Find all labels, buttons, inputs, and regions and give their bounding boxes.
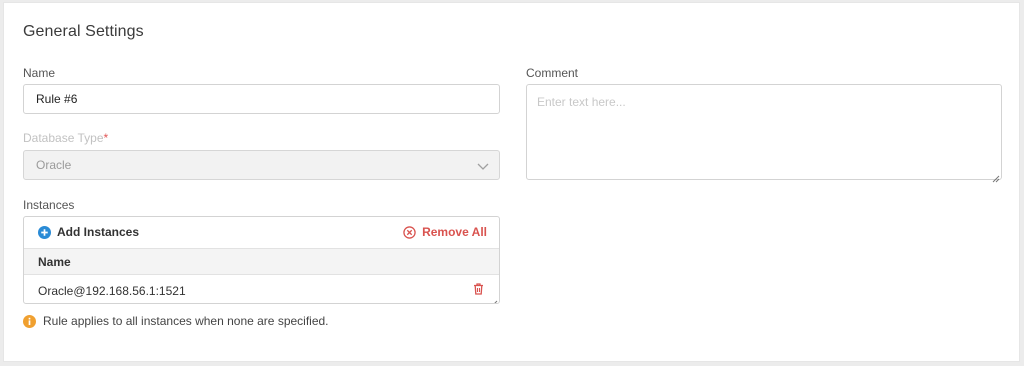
database-type-label: Database Type* [23,131,108,145]
plus-circle-icon [38,225,51,239]
instances-toolbar: Add Instances Remove All [24,217,499,249]
x-circle-icon [403,225,416,239]
instances-table: Add Instances Remove All Name Oracle@192… [23,216,500,304]
instances-label: Instances [23,198,75,212]
comment-textarea[interactable] [526,84,1002,180]
database-type-value: Oracle [36,158,72,172]
required-mark: * [103,131,109,145]
info-message: Rule applies to all instances when none … [23,314,329,328]
section-title: General Settings [23,23,144,40]
database-type-label-text: Database Type [23,131,104,145]
instance-name: Oracle@192.168.56.1:1521 [38,284,186,298]
comment-label: Comment [526,66,579,80]
resize-handle-icon[interactable] [992,170,1000,183]
remove-all-button[interactable]: Remove All [403,225,487,239]
resize-handle-icon[interactable] [490,295,498,303]
table-row: Oracle@192.168.56.1:1521 [24,275,499,303]
general-settings-panel: General Settings Name Database Type* Ora… [3,2,1020,362]
info-text: Rule applies to all instances when none … [43,314,329,328]
remove-all-label: Remove All [422,225,487,239]
chevron-down-icon [477,160,489,174]
add-instances-button[interactable]: Add Instances [38,225,139,239]
database-type-select[interactable]: Oracle [23,150,500,180]
instances-column-header: Name [24,249,499,275]
name-label: Name [23,66,56,80]
add-instances-label: Add Instances [57,225,140,239]
trash-icon[interactable] [473,283,484,298]
info-icon [23,314,36,328]
name-input[interactable] [23,84,500,114]
